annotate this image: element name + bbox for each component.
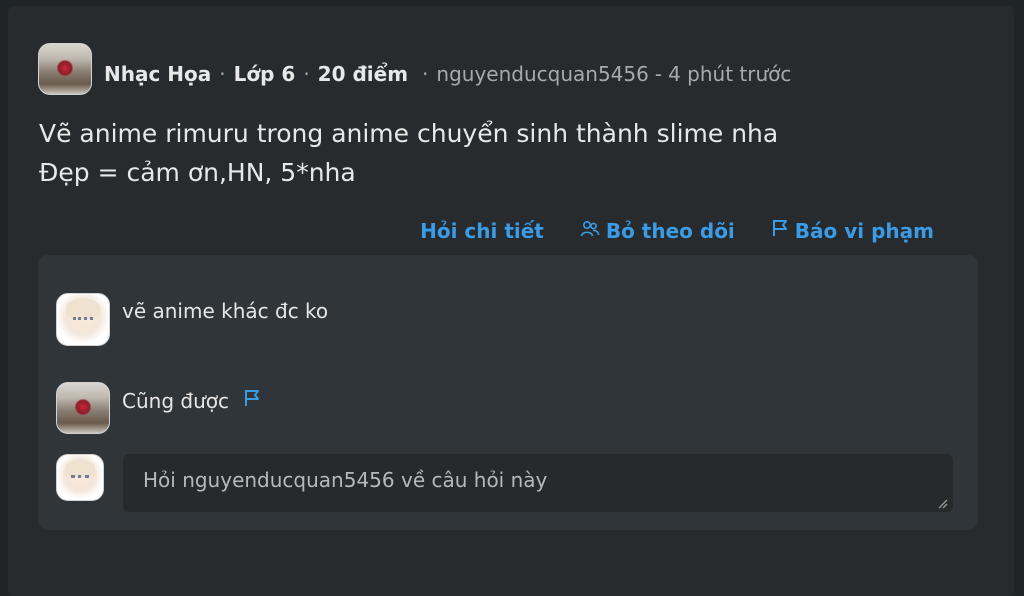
question-text: Vẽ anime rimuru trong anime chuyển sinh … <box>39 114 778 192</box>
meta-dot: · <box>219 62 226 86</box>
asker-name[interactable]: nguyenducquan5456 <box>436 62 648 86</box>
author-avatar[interactable] <box>38 43 92 95</box>
report-label: Báo vi phạm <box>794 218 934 243</box>
current-user-avatar <box>56 454 104 501</box>
question-line: Đẹp = cảm ơn,HN, 5*nha <box>39 158 356 187</box>
author-points: 20 điểm <box>317 62 409 86</box>
ask-question-input[interactable] <box>123 454 953 512</box>
meta-dot: · <box>422 62 429 86</box>
resize-handle-icon[interactable] <box>936 494 948 509</box>
flag-icon <box>771 218 789 243</box>
author-avatar[interactable] <box>56 382 110 434</box>
ask-detail-link[interactable]: Hỏi chi tiết <box>420 218 544 243</box>
post-meta: Nhạc Họa · Lớp 6 · 20 điểm · nguyenducqu… <box>104 62 791 86</box>
comment-text: vẽ anime khác đc ko <box>122 299 329 323</box>
report-link[interactable]: Báo vi phạm <box>771 218 934 243</box>
reply-comment: Cũng được <box>122 388 261 413</box>
ask-detail-label: Hỏi chi tiết <box>420 218 544 243</box>
author-grade: Lớp 6 <box>233 62 296 86</box>
question-actions: Hỏi chi tiết Bỏ theo dõi Báo vi phạm <box>420 218 934 243</box>
commenter-avatar[interactable] <box>56 293 110 346</box>
report-flag-icon[interactable] <box>243 388 261 413</box>
comment-text: Cũng được <box>122 388 229 413</box>
meta-dot: · <box>303 62 310 86</box>
post-time: 4 phút trước <box>668 62 792 86</box>
people-icon <box>580 219 600 243</box>
unfollow-link[interactable]: Bỏ theo dõi <box>580 218 735 243</box>
question-line: Vẽ anime rimuru trong anime chuyển sinh … <box>39 119 779 148</box>
meta-separator: - <box>654 62 663 86</box>
author-name[interactable]: Nhạc Họa <box>104 62 211 86</box>
unfollow-label: Bỏ theo dõi <box>605 218 735 243</box>
